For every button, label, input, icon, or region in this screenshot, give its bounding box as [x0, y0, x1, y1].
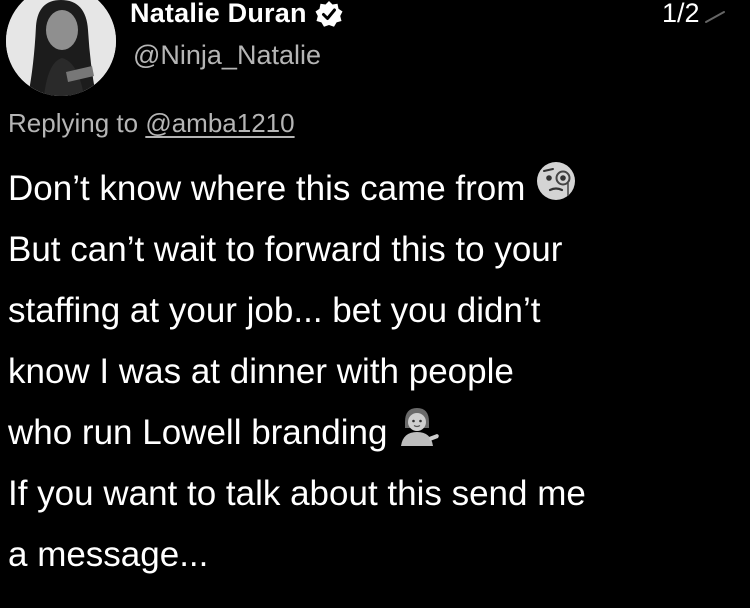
tweet-line: a message... [8, 524, 744, 585]
woman-tipping-hand-emoji-icon [397, 404, 441, 465]
tweet-line-text: who run Lowell branding [8, 413, 388, 452]
tweet-line-text: Don’t know where this came from [8, 169, 526, 208]
tweet-line-text: If you want to talk about this send me [8, 474, 586, 513]
author-name[interactable]: Natalie Duran [130, 0, 307, 29]
tweet-line: If you want to talk about this send me [8, 463, 744, 524]
tweet-line: staffing at your job... bet you didn’t [8, 280, 744, 341]
tweet-line-text: a message... [8, 535, 209, 574]
tweet-line: But can’t wait to forward this to your [8, 219, 744, 280]
avatar[interactable] [6, 0, 116, 96]
tweet-line: Don’t know where this came from [8, 158, 744, 219]
author-handle[interactable]: @Ninja_Natalie [133, 40, 321, 71]
tweet-line-text: staffing at your job... bet you didn’t [8, 291, 541, 330]
face-with-monocle-emoji-icon [535, 160, 577, 221]
tweet-line-text: But can’t wait to forward this to your [8, 230, 563, 269]
tweet-text: Don’t know where this came from But can’… [8, 158, 744, 585]
reply-mention-link[interactable]: @amba1210 [145, 108, 294, 138]
tweet-line: know I was at dinner with people [8, 341, 744, 402]
profile-photo [6, 0, 116, 96]
tweet-line-text: know I was at dinner with people [8, 352, 514, 391]
replying-to: Replying to @amba1210 [8, 108, 295, 139]
slash-mark-icon [705, 11, 725, 23]
thread-counter: 1/2 [662, 0, 700, 28]
verified-badge-icon [315, 0, 343, 28]
author-block: Natalie Duran [130, 0, 343, 29]
replying-to-label: Replying to [8, 108, 146, 138]
tweet-line: who run Lowell branding [8, 402, 744, 463]
